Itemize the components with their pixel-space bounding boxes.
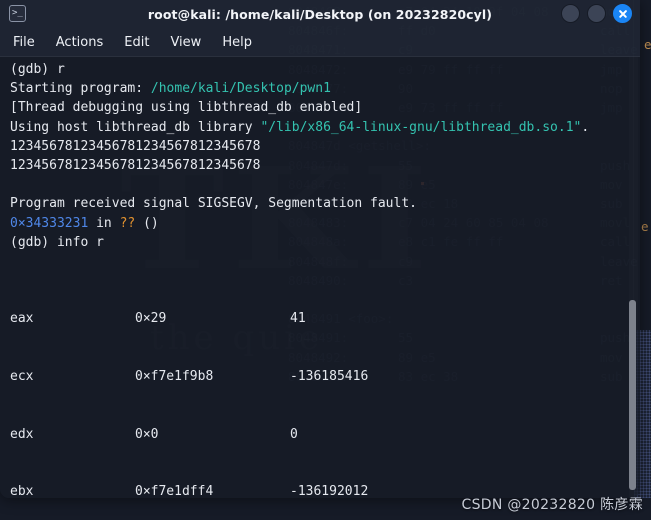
register-name: ebx xyxy=(10,484,34,498)
menu-item-actions[interactable]: Actions xyxy=(56,35,104,50)
program-path: /home/kali/Desktop/pwn1 xyxy=(150,81,331,97)
terminal-icon: >_ xyxy=(9,5,26,22)
program-output-line-2: 12345678123456781234567812345678 xyxy=(10,158,261,174)
fault-address: 0×34333231 xyxy=(10,215,89,231)
register-row-edx: edx 0×0 0 xyxy=(10,425,407,444)
command-run: r xyxy=(56,62,65,77)
register-dec: 41 xyxy=(290,311,306,327)
terminal-scrollbar-track[interactable] xyxy=(628,57,638,498)
menu-item-view[interactable]: View xyxy=(170,35,201,50)
program-output-line-1: 12345678123456781234567812345678 xyxy=(10,138,261,154)
register-hex: 0×f7e1dff4 xyxy=(135,484,214,498)
menu-item-file[interactable]: File xyxy=(13,35,35,50)
libthread-label: Using host libthread_db library xyxy=(10,119,261,135)
thread-debugging-line: [Thread debugging using libthread_db ena… xyxy=(10,100,363,116)
window-titlebar[interactable]: >_ root@kali: /home/kali/Desktop (on 202… xyxy=(0,0,640,28)
command-info-r: info r xyxy=(56,234,104,250)
prompt-1: (gdb) xyxy=(10,62,57,77)
menubar: File Actions Edit View Help xyxy=(0,28,640,57)
unknown-symbol: ?? xyxy=(119,215,136,231)
terminal-icon-glyph: >_ xyxy=(12,8,23,18)
terminal-scrollbar-thumb[interactable] xyxy=(628,300,636,490)
background-edge-char: e xyxy=(641,219,649,234)
register-hex: 0×0 xyxy=(135,426,159,442)
register-hex: 0×f7e1f9b8 xyxy=(135,369,214,384)
fault-in: in xyxy=(88,215,120,231)
screenshot-root: TKI the quie 8048468: 804846f: 8048471: … xyxy=(0,0,651,520)
minimize-button[interactable] xyxy=(561,4,580,23)
background-edge-char-top: e xyxy=(644,37,651,52)
libthread-period: . xyxy=(581,119,590,135)
register-name: ecx xyxy=(10,369,34,384)
register-dec: -136185416 xyxy=(290,369,369,384)
window-title: root@kali: /home/kali/Desktop (on 202328… xyxy=(147,6,493,22)
starting-program-label: Starting program: xyxy=(10,81,151,97)
register-dec: 0 xyxy=(290,426,298,442)
register-table: eax 0×29 41 ecx 0×f7e1f9b8 -136185416 edx 0×0… xyxy=(10,271,407,498)
sigsegv-line: Program received signal SIGSEGV, Segment… xyxy=(10,196,417,212)
terminal-output: (gdb) r Starting program: /home/kali/Des… xyxy=(10,60,589,252)
register-name: edx xyxy=(10,426,34,442)
maximize-button[interactable] xyxy=(587,4,606,23)
register-row-ebx: ebx 0×f7e1dff4 -136192012 xyxy=(10,482,407,498)
window-controls xyxy=(561,4,632,23)
register-dec: -136192012 xyxy=(290,484,369,498)
terminal-window: >_ root@kali: /home/kali/Desktop (on 202… xyxy=(0,0,640,498)
register-row-ecx: ecx 0×f7e1f9b8 -136185416 xyxy=(10,367,407,386)
csdn-watermark: CSDN @20232820 陈彦霖 xyxy=(461,497,643,513)
register-row-eax: eax 0×29 41 xyxy=(10,309,407,328)
register-name: eax xyxy=(10,311,34,327)
libthread-path: "/lib/x86_64-linux-gnu/libthread_db.so.1… xyxy=(260,119,582,135)
menu-item-help[interactable]: Help xyxy=(222,35,252,50)
prompt-2: (gdb) xyxy=(10,234,57,250)
fault-parens: () xyxy=(135,215,159,231)
menu-item-edit[interactable]: Edit xyxy=(124,35,149,50)
register-hex: 0×29 xyxy=(135,311,167,327)
terminal-body[interactable]: (gdb) r Starting program: /home/kali/Des… xyxy=(0,57,640,498)
close-button[interactable] xyxy=(613,4,632,23)
